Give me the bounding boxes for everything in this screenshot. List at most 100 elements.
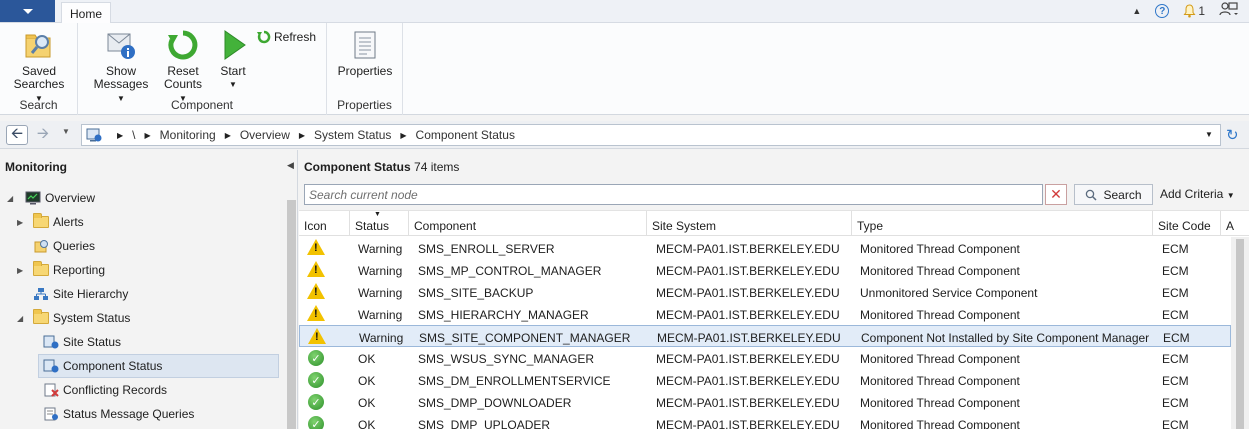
cell-site-system: MECM-PA01.IST.BERKELEY.EDU bbox=[656, 264, 840, 278]
navigation-pane: Monitoring ◀ ◢ Overview ▶ Alerts Queries… bbox=[0, 150, 298, 429]
app-menu-button[interactable] bbox=[0, 0, 55, 22]
collapse-pane-icon[interactable]: ◀ bbox=[287, 160, 294, 171]
tree-item-label: Queries bbox=[53, 239, 96, 253]
reset-icon bbox=[167, 29, 199, 61]
tree-item-overview[interactable]: ◢ Overview bbox=[5, 187, 95, 209]
properties-button[interactable]: Properties bbox=[335, 29, 395, 78]
chevron-right-icon: ▶ bbox=[298, 130, 306, 140]
breadcrumb-item-overview[interactable]: Overview bbox=[240, 128, 290, 142]
tree-item-queries[interactable]: Queries bbox=[15, 235, 95, 257]
node-title: Component Status bbox=[304, 160, 411, 174]
collapse-tree-icon[interactable]: ◢ bbox=[7, 194, 17, 203]
column-header-status[interactable]: ▼ Status bbox=[350, 211, 409, 236]
column-header-a[interactable]: A bbox=[1221, 211, 1249, 236]
warning-icon bbox=[307, 305, 325, 321]
cell-component: SMS_ENROLL_SERVER bbox=[418, 242, 555, 256]
collapse-tree-icon[interactable]: ◢ bbox=[17, 314, 27, 323]
chevron-down-icon: ▼ bbox=[1226, 191, 1235, 200]
search-icon bbox=[1086, 189, 1098, 201]
cell-status: OK bbox=[358, 352, 376, 366]
tree-item-conflicting-records[interactable]: Conflicting Records bbox=[43, 379, 167, 401]
cell-site-system: MECM-PA01.IST.BERKELEY.EDU bbox=[657, 331, 841, 345]
cell-status: Warning bbox=[358, 264, 403, 278]
table-row[interactable]: Warning SMS_ENROLL_SERVER MECM-PA01.IST.BE… bbox=[299, 237, 1231, 259]
cell-site-system: MECM-PA01.IST.BERKELEY.EDU bbox=[656, 286, 840, 300]
cell-site-code: ECM bbox=[1162, 264, 1189, 278]
column-header-icon[interactable]: Icon bbox=[299, 211, 350, 236]
back-button[interactable]: 🡨 bbox=[6, 125, 28, 145]
expand-tree-icon[interactable]: ▶ bbox=[17, 266, 27, 275]
tree-item-reporting[interactable]: ▶ Reporting bbox=[15, 259, 105, 281]
breadcrumb: ▶ \ ▶ Monitoring ▶ Overview ▶ System Sta… bbox=[81, 124, 1221, 146]
tree-item-system-status[interactable]: ◢ System Status bbox=[15, 307, 130, 329]
ribbon-group-component: Show Messages ▼ Reset Counts ▼ Start ▼ R… bbox=[78, 23, 327, 115]
breadcrumb-item-monitoring[interactable]: Monitoring bbox=[160, 128, 216, 142]
table-row[interactable]: ✓ OK SMS_DMP_UPLOADER MECM-PA01.IST.BERKELE… bbox=[299, 413, 1231, 429]
bell-icon bbox=[1183, 4, 1196, 18]
address-dropdown[interactable]: ▼ bbox=[1205, 130, 1213, 139]
clear-search-button[interactable]: ✕ bbox=[1045, 184, 1067, 205]
search-button[interactable]: Search bbox=[1074, 184, 1153, 205]
navigation-pane-title: Monitoring bbox=[5, 160, 67, 174]
cell-status: Warning bbox=[359, 331, 404, 345]
notifications-button[interactable]: 1 bbox=[1183, 4, 1205, 18]
ribbon-group-label-component: Component bbox=[170, 98, 234, 112]
ribbon-group-properties: Properties Properties bbox=[327, 23, 403, 115]
cell-component: SMS_DMP_UPLOADER bbox=[418, 418, 551, 429]
breadcrumb-root[interactable]: \ bbox=[132, 128, 135, 142]
forward-button[interactable]: 🡪 bbox=[32, 125, 54, 145]
chevron-down-icon bbox=[22, 8, 33, 14]
reset-counts-button[interactable]: Reset Counts ▼ bbox=[160, 29, 206, 105]
cell-component: SMS_SITE_BACKUP bbox=[418, 286, 534, 300]
add-criteria-button[interactable]: Add Criteria ▼ bbox=[1160, 187, 1235, 201]
navigation-scrollbar[interactable] bbox=[287, 200, 296, 429]
tree-item-status-message-queries[interactable]: Status Message Queries bbox=[43, 403, 194, 425]
table-row[interactable]: ✓ OK SMS_DMP_DOWNLOADER MECM-PA01.IST.BERKE… bbox=[299, 391, 1231, 413]
table-row[interactable]: ✓ OK SMS_WSUS_SYNC_MANAGER MECM-PA01.IST.BE… bbox=[299, 347, 1231, 369]
sort-descending-icon: ▼ bbox=[374, 211, 381, 218]
table-row[interactable]: ✓ OK SMS_DM_ENROLLMENTSERVICE MECM-PA01.IST… bbox=[299, 369, 1231, 391]
cell-type: Monitored Thread Component bbox=[860, 352, 1020, 366]
warning-icon bbox=[307, 239, 325, 255]
scrollbar-thumb[interactable] bbox=[1236, 239, 1244, 429]
tree-item-site-hierarchy[interactable]: Site Hierarchy bbox=[15, 283, 128, 305]
cell-component: SMS_DMP_DOWNLOADER bbox=[418, 396, 572, 410]
show-messages-button[interactable]: Show Messages ▼ bbox=[90, 29, 152, 105]
monitor-icon bbox=[25, 191, 41, 205]
cell-component: SMS_MP_CONTROL_MANAGER bbox=[418, 264, 602, 278]
table-row[interactable]: Warning SMS_SITE_COMPONENT_MANAGER MECM-PA… bbox=[299, 325, 1231, 347]
tree-item-alerts[interactable]: ▶ Alerts bbox=[15, 211, 84, 233]
cell-status: Warning bbox=[358, 286, 403, 300]
tab-home[interactable]: Home bbox=[61, 2, 111, 24]
arrow-left-icon: 🡨 bbox=[10, 124, 24, 142]
tree-item-site-status[interactable]: Site Status bbox=[43, 331, 121, 353]
expand-tree-icon[interactable]: ▶ bbox=[17, 218, 27, 227]
results-grid: Icon ▼ Status Component Site System Type … bbox=[299, 210, 1249, 429]
table-row[interactable]: Warning SMS_HIERARCHY_MANAGER MECM-PA01.IS… bbox=[299, 303, 1231, 325]
column-header-type[interactable]: Type bbox=[852, 211, 1153, 236]
collapse-ribbon-icon[interactable]: ▲ bbox=[1132, 6, 1141, 16]
search-bar: ✕ Search Add Criteria ▼ bbox=[299, 182, 1249, 210]
cell-type: Unmonitored Service Component bbox=[860, 286, 1038, 300]
saved-searches-button[interactable]: Saved Searches ▼ bbox=[11, 29, 67, 105]
table-row[interactable]: Warning SMS_SITE_BACKUP MECM-PA01.IST.BERK… bbox=[299, 281, 1231, 303]
title-bar-tools: ▲ ? 1 bbox=[1132, 1, 1239, 21]
search-input[interactable] bbox=[304, 184, 1043, 205]
ok-check-icon: ✓ bbox=[308, 372, 324, 388]
column-header-site-code[interactable]: Site Code bbox=[1153, 211, 1221, 236]
column-header-component[interactable]: Component bbox=[409, 211, 647, 236]
column-header-site-system[interactable]: Site System bbox=[647, 211, 852, 236]
feedback-icon[interactable] bbox=[1219, 1, 1239, 21]
history-dropdown[interactable]: ▼ bbox=[62, 127, 70, 136]
cell-site-system: MECM-PA01.IST.BERKELEY.EDU bbox=[656, 242, 840, 256]
tree-item-component-status[interactable]: Component Status bbox=[43, 355, 162, 377]
help-icon[interactable]: ? bbox=[1155, 4, 1170, 18]
start-button[interactable]: Start ▼ bbox=[215, 29, 251, 91]
folder-icon bbox=[33, 261, 49, 277]
vertical-scrollbar[interactable] bbox=[1231, 237, 1249, 429]
refresh-button[interactable]: Refresh bbox=[257, 30, 316, 44]
refresh-icon[interactable]: ↻ bbox=[1226, 126, 1239, 144]
breadcrumb-item-component-status[interactable]: Component Status bbox=[416, 128, 515, 142]
breadcrumb-item-system-status[interactable]: System Status bbox=[314, 128, 391, 142]
table-row[interactable]: Warning SMS_MP_CONTROL_MANAGER MECM-PA01.I… bbox=[299, 259, 1231, 281]
